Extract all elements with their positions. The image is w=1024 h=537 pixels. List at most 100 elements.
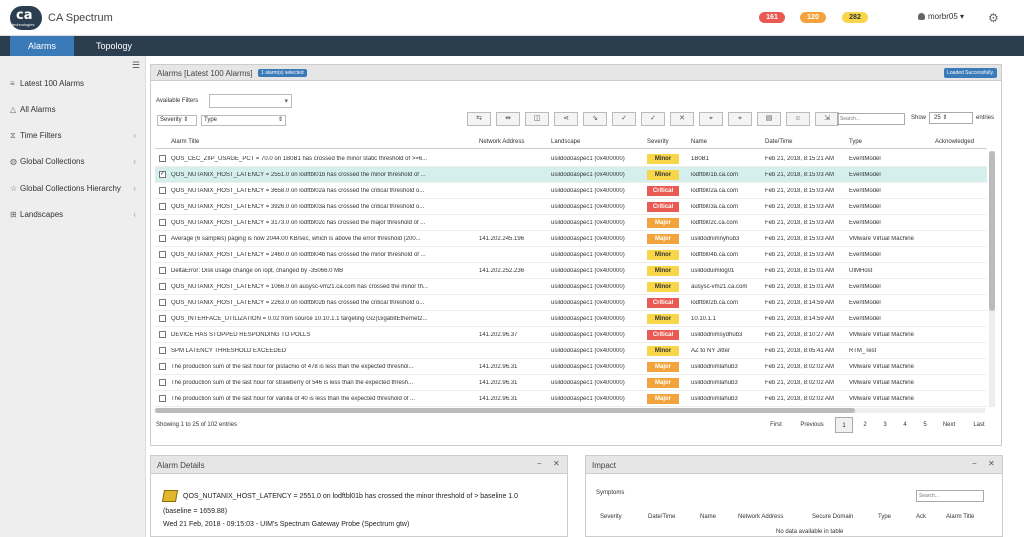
table-row[interactable]: QOS_NUTANIX_HOST_LATENCY = 2460.0 on lod…: [155, 247, 987, 263]
sidebar-item-time-filters[interactable]: ⧖ Time Filters ‹: [10, 131, 136, 145]
severity-badge: Major: [647, 378, 679, 388]
minimize-icon[interactable]: −: [972, 459, 977, 468]
col-alarm-title[interactable]: Alarm Title: [171, 139, 199, 145]
col-landscape[interactable]: Landscape: [551, 139, 580, 145]
clear-button[interactable]: ◫: [525, 112, 549, 126]
minor-count-badge[interactable]: 282: [842, 12, 868, 23]
tab-topology[interactable]: Topology: [84, 36, 144, 56]
sidebar-item-landscapes[interactable]: ⊞ Landscapes ‹: [10, 210, 136, 224]
scrollbar-thumb[interactable]: [155, 408, 855, 413]
horizontal-scrollbar[interactable]: [155, 408, 985, 413]
table-row[interactable]: The production sum of the last hour for …: [155, 359, 987, 375]
type-filter-select[interactable]: Type ⇕: [201, 115, 286, 126]
export-button[interactable]: ⇲: [815, 112, 839, 126]
critical-count-badge[interactable]: 161: [759, 12, 785, 23]
col-acknowledged[interactable]: Acknowledged: [935, 139, 974, 145]
col-name[interactable]: Name: [691, 139, 707, 145]
sidebar-item-latest-alarms[interactable]: ≡ Latest 100 Alarms: [10, 79, 136, 93]
row-checkbox[interactable]: [159, 315, 166, 322]
page-previous[interactable]: Previous: [797, 417, 827, 433]
table-row[interactable]: The production sum of the last hour for …: [155, 391, 987, 407]
tab-alarms[interactable]: Alarms: [10, 36, 74, 56]
row-checkbox[interactable]: [159, 267, 166, 274]
user-assign-button[interactable]: ☺: [786, 112, 810, 126]
page-first[interactable]: First: [767, 417, 785, 433]
col-type[interactable]: Type: [849, 139, 862, 145]
impact-col-network-address[interactable]: Network Address: [738, 514, 783, 520]
row-checkbox[interactable]: [159, 251, 166, 258]
page-1[interactable]: 1: [835, 417, 853, 433]
table-row[interactable]: QOS_NUTANIX_HOST_LATENCY = 1066.0 on aus…: [155, 279, 987, 295]
available-filters-select[interactable]: [209, 94, 292, 108]
row-checkbox[interactable]: [159, 283, 166, 290]
gear-icon[interactable]: ⚙: [988, 11, 999, 25]
table-row[interactable]: ✓ QOS_NUTANIX_HOST_LATENCY = 2551.0 on lo…: [155, 167, 987, 183]
close-icon[interactable]: ✕: [988, 459, 995, 468]
acknowledge-button[interactable]: ⇆: [467, 112, 491, 126]
user-menu[interactable]: morbr05 ▾: [918, 12, 964, 21]
impact-col-type[interactable]: Type: [878, 514, 891, 520]
impact-col-severity[interactable]: Severity: [600, 514, 622, 520]
close-icon[interactable]: ✕: [553, 459, 560, 468]
report-button[interactable]: ▤: [757, 112, 781, 126]
share-button[interactable]: ⋖: [554, 112, 578, 126]
table-row[interactable]: DeltaError: Disk usage change on /opt, c…: [155, 263, 987, 279]
col-severity[interactable]: Severity: [647, 139, 669, 145]
vertical-scrollbar[interactable]: [989, 151, 995, 407]
check-all-button[interactable]: ✓: [641, 112, 665, 126]
row-checkbox[interactable]: [159, 203, 166, 210]
row-checkbox[interactable]: [159, 395, 166, 402]
page-size-select[interactable]: 25 ⇕: [929, 112, 973, 124]
impact-col-datetime[interactable]: Date/Time: [648, 514, 675, 520]
table-row[interactable]: DEVICE HAS STOPPED RESPONDING TO POLLS 14…: [155, 327, 987, 343]
impact-col-ack[interactable]: Ack: [916, 514, 926, 520]
alarms-search-input[interactable]: Search...: [837, 113, 905, 125]
scrollbar-thumb[interactable]: [989, 151, 995, 311]
table-row[interactable]: Average (6 samples) paging is now 2044.0…: [155, 231, 987, 247]
table-row[interactable]: QOS_NUTANIX_HOST_LATENCY = 2263.0 on lod…: [155, 295, 987, 311]
row-checkbox[interactable]: [159, 331, 166, 338]
sidebar-item-global-collections[interactable]: ◍ Global Collections ‹: [10, 157, 136, 171]
impact-col-alarm-title[interactable]: Alarm Title: [946, 514, 974, 520]
table-row[interactable]: QOS_INTERFACE_UTILIZATION = 0.02 from so…: [155, 311, 987, 327]
table-row[interactable]: SPM LATENCY THRESHOLD EXCEEDED usildodoas…: [155, 343, 987, 359]
page-last[interactable]: Last: [969, 417, 989, 433]
table-row[interactable]: The production sum of the last hour for …: [155, 375, 987, 391]
row-checkbox[interactable]: [159, 379, 166, 386]
row-checkbox[interactable]: [159, 347, 166, 354]
minimize-icon[interactable]: −: [537, 459, 542, 468]
assign-button[interactable]: ⇹: [496, 112, 520, 126]
row-checkbox[interactable]: [159, 299, 166, 306]
row-checkbox[interactable]: [159, 235, 166, 242]
row-checkbox[interactable]: [159, 187, 166, 194]
page-4[interactable]: 4: [897, 417, 913, 433]
page-5[interactable]: 5: [917, 417, 933, 433]
impact-search-input[interactable]: Search...: [916, 490, 984, 502]
troubleshoot-button[interactable]: ⌖: [699, 112, 723, 126]
row-checkbox[interactable]: ✓: [159, 171, 166, 178]
row-checkbox[interactable]: [159, 363, 166, 370]
row-checkbox[interactable]: [159, 155, 166, 162]
check-button[interactable]: ✓: [612, 112, 636, 126]
delete-button[interactable]: ✕: [670, 112, 694, 126]
impact-col-secure-domain[interactable]: Secure Domain: [812, 514, 853, 520]
severity-filter-select[interactable]: Severity ⇕: [157, 115, 197, 126]
table-row[interactable]: QOS_NUTANIX_HOST_LATENCY = 3926.0 on lod…: [155, 199, 987, 215]
diagnose-button[interactable]: ⌖: [728, 112, 752, 126]
table-row[interactable]: QOS_CEC_ZIIP_USAGE_PCT = 70.0 on 1B0B1 h…: [155, 151, 987, 167]
col-network-address[interactable]: Network Address: [479, 139, 524, 145]
row-checkbox[interactable]: [159, 219, 166, 226]
page-3[interactable]: 3: [877, 417, 893, 433]
hamburger-menu-icon[interactable]: ☰: [132, 60, 140, 71]
page-next[interactable]: Next: [939, 417, 959, 433]
table-row[interactable]: QOS_NUTANIX_HOST_LATENCY = 3173.0 on lod…: [155, 215, 987, 231]
filter-button[interactable]: ⇘: [583, 112, 607, 126]
major-count-badge[interactable]: 120: [800, 12, 826, 23]
sidebar-item-global-collections-hierarchy[interactable]: ☆ Global Collections Hierarchy ‹: [10, 184, 136, 198]
table-row[interactable]: QOS_NUTANIX_HOST_LATENCY = 3658.0 on lod…: [155, 183, 987, 199]
page-2[interactable]: 2: [857, 417, 873, 433]
impact-col-name[interactable]: Name: [700, 514, 716, 520]
sidebar-item-all-alarms[interactable]: △ All Alarms: [10, 105, 136, 119]
details-message: QOS_NUTANIX_HOST_LATENCY = 2551.0 on lod…: [183, 493, 519, 500]
col-datetime[interactable]: Date/Time: [765, 139, 792, 145]
